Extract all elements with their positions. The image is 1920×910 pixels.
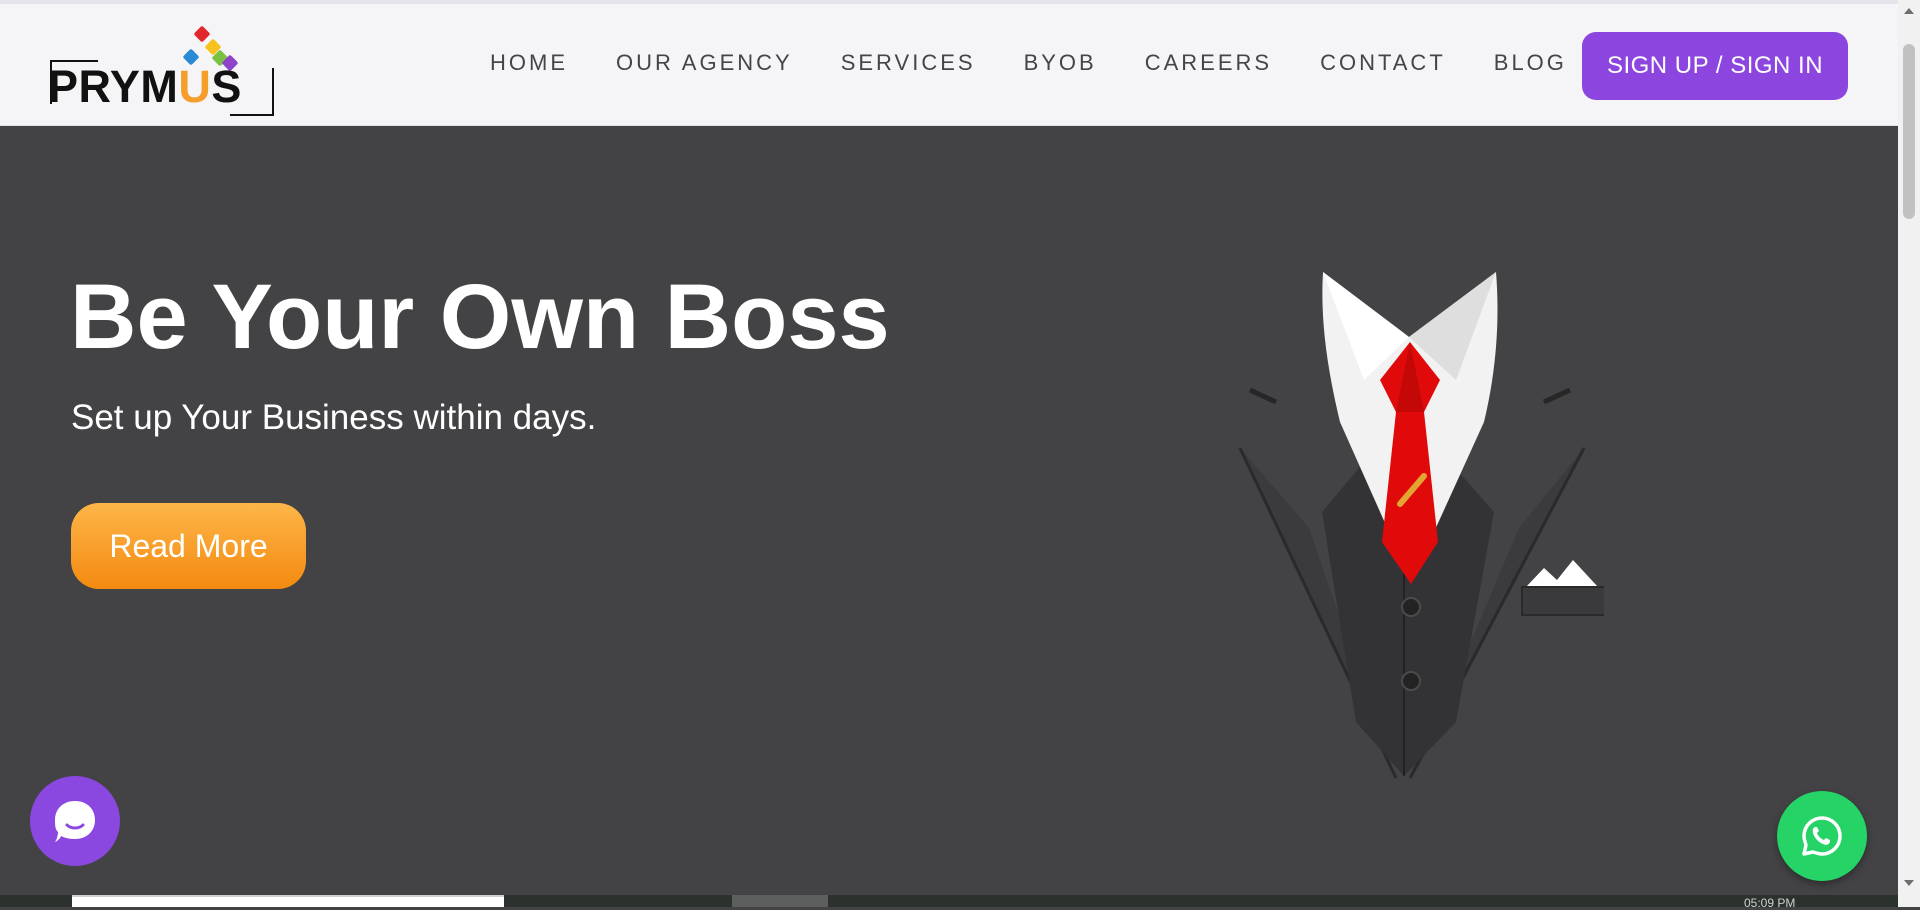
scroll-down-arrow-icon[interactable] xyxy=(1904,880,1914,886)
nav-blog[interactable]: BLOG xyxy=(1494,48,1567,78)
logo-text-s: S xyxy=(211,61,242,112)
scroll-up-arrow-icon[interactable] xyxy=(1904,8,1914,14)
hero-title: Be Your Own Boss xyxy=(70,266,890,368)
nav-contact[interactable]: CONTACT xyxy=(1320,48,1446,78)
nav-our-agency[interactable]: OUR AGENCY xyxy=(616,48,793,78)
sign-up-sign-in-button[interactable]: SIGN UP / SIGN IN xyxy=(1582,32,1848,100)
chat-button[interactable] xyxy=(30,776,120,866)
suit-and-tie-illustration xyxy=(1238,272,1604,779)
read-more-button[interactable]: Read More xyxy=(71,503,306,589)
scrollbar-thumb[interactable] xyxy=(1903,44,1915,219)
logo-text-u: U xyxy=(178,61,212,112)
page-scrollbar[interactable] xyxy=(1898,0,1920,907)
next-section-time: 05:09 PM xyxy=(1744,896,1796,910)
site-header: PRYMUS HOME OUR AGENCY SERVICES BYOB CAR… xyxy=(0,4,1898,126)
chat-bubble-icon xyxy=(55,801,95,842)
nav-services[interactable]: SERVICES xyxy=(841,48,976,78)
main-navigation: HOME OUR AGENCY SERVICES BYOB CAREERS CO… xyxy=(490,48,1615,78)
hero-subtitle: Set up Your Business within days. xyxy=(71,398,597,437)
breast-pocket xyxy=(1521,586,1604,616)
nav-byob[interactable]: BYOB xyxy=(1024,48,1097,78)
logo-dot-red xyxy=(193,25,211,43)
prymus-logo[interactable]: PRYMUS xyxy=(48,18,278,118)
vest-button-top xyxy=(1401,597,1421,617)
pocket-square xyxy=(1526,560,1598,587)
nav-home[interactable]: HOME xyxy=(490,48,568,78)
next-section-card xyxy=(72,895,504,907)
next-section-block xyxy=(732,895,828,907)
left-lapel-notch xyxy=(1248,387,1278,405)
vest-button-bottom xyxy=(1401,671,1421,691)
whatsapp-button[interactable] xyxy=(1777,791,1867,881)
logo-text-prym: PRYM xyxy=(48,61,179,112)
right-lapel-notch xyxy=(1542,387,1572,405)
whatsapp-icon xyxy=(1802,816,1842,856)
nav-careers[interactable]: CAREERS xyxy=(1145,48,1272,78)
logo-wordmark: PRYMUS xyxy=(48,64,242,110)
